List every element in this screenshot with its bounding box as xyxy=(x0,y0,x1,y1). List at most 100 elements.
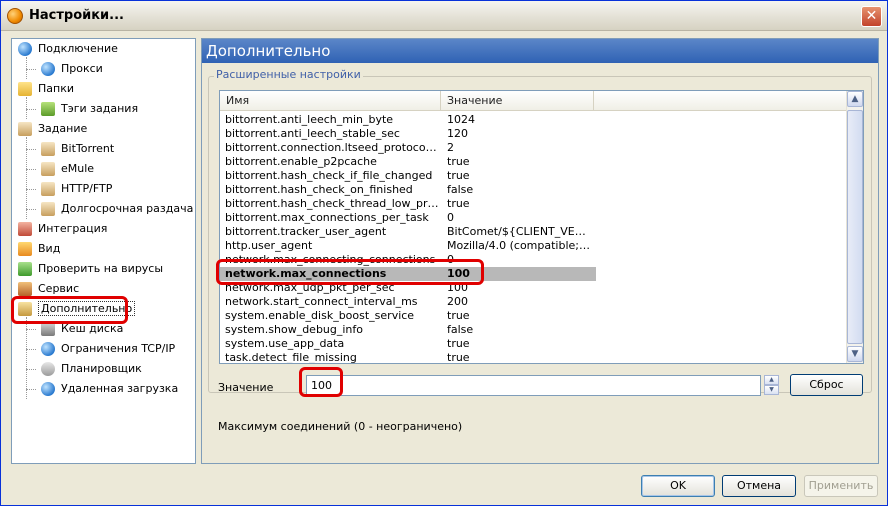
value-spinner[interactable]: ▲ ▼ xyxy=(764,375,779,396)
table-row[interactable]: system.use_app_data true xyxy=(220,337,846,351)
annotation-highlight-row xyxy=(216,259,484,285)
nav-item[interactable]: Планировщик xyxy=(41,360,142,378)
annotation-highlight-nav xyxy=(11,296,128,324)
nav-item[interactable]: Задание xyxy=(18,120,87,138)
table-row[interactable]: bittorrent.enable_p2pcache true xyxy=(220,155,846,169)
table-row[interactable]: bittorrent.connection.ltseed_protocol_se… xyxy=(220,141,846,155)
nav-item[interactable]: Вид xyxy=(18,240,60,258)
nav-item-label: Подключение xyxy=(38,42,118,55)
title-bar[interactable]: Настройки... ✕ xyxy=(1,1,887,31)
globe-icon xyxy=(41,382,55,396)
vertical-scrollbar[interactable]: ▲ ▼ xyxy=(846,91,863,363)
tree-branch xyxy=(26,209,36,210)
nav-item[interactable]: eMule xyxy=(41,160,94,178)
chevron-down-icon: ▼ xyxy=(851,349,859,359)
table-row[interactable]: bittorrent.anti_leech_stable_sec 120 xyxy=(220,127,846,141)
cancel-button[interactable]: Отмена xyxy=(722,475,796,497)
table-row[interactable]: bittorrent.hash_check_on_finished false xyxy=(220,183,846,197)
nav-item-label: Вид xyxy=(38,242,61,255)
table-row[interactable]: http.user_agent Mozilla/4.0 (compatible; … xyxy=(220,239,846,253)
close-icon: ✕ xyxy=(865,8,878,24)
table-row[interactable]: system.show_debug_info false xyxy=(220,323,846,337)
setting-value: false xyxy=(447,323,474,336)
table-row[interactable]: system.enable_disk_boost_service true xyxy=(220,309,846,323)
setting-name: system.use_app_data xyxy=(225,337,345,350)
list-header: Имя Значение xyxy=(220,91,846,111)
close-button[interactable]: ✕ xyxy=(861,6,882,27)
scroll-thumb[interactable] xyxy=(847,110,863,344)
tree-branch xyxy=(26,389,36,390)
setting-name: bittorrent.anti_leech_min_byte xyxy=(225,113,394,126)
setting-value: Mozilla/4.0 (compatible; M... xyxy=(447,239,593,252)
setting-name: http.user_agent xyxy=(225,239,313,252)
tree-branch xyxy=(26,169,36,170)
tree-branch xyxy=(26,69,36,70)
tree-line xyxy=(26,97,27,119)
clipboard-icon xyxy=(41,202,55,216)
nav-item[interactable]: Папки xyxy=(18,80,74,98)
nav-item-label: eMule xyxy=(61,162,95,175)
table-row[interactable]: bittorrent.hash_check_if_file_changed tru… xyxy=(220,169,846,183)
setting-value: 200 xyxy=(447,295,468,308)
scroll-up-button[interactable]: ▲ xyxy=(847,91,863,107)
clipboard-icon xyxy=(41,142,55,156)
nav-item-label: Планировщик xyxy=(61,362,142,375)
setting-name: bittorrent.enable_p2pcache xyxy=(225,155,377,168)
tree-branch xyxy=(26,189,36,190)
setting-name: system.show_debug_info xyxy=(225,323,364,336)
clipboard-icon xyxy=(18,122,32,136)
setting-value: 0 xyxy=(447,211,454,224)
nav-item-label: Сервис xyxy=(38,282,80,295)
scroll-down-button[interactable]: ▼ xyxy=(847,346,863,362)
window-title: Настройки... xyxy=(29,8,124,23)
nav-item-label: Тэги задания xyxy=(61,102,139,115)
apply-button[interactable]: Применить xyxy=(804,475,878,497)
ok-button[interactable]: OK xyxy=(641,475,715,497)
clipboard-icon xyxy=(41,162,55,176)
table-row[interactable]: bittorrent.tracker_user_agent BitComet/${… xyxy=(220,225,846,239)
nav-item[interactable]: Подключение xyxy=(18,40,118,58)
setting-name: bittorrent.connection.ltseed_protocol_se… xyxy=(225,141,439,154)
nav-item[interactable]: Интеграция xyxy=(18,220,107,238)
column-header-name[interactable]: Имя xyxy=(220,91,441,111)
nav-item[interactable]: Тэги задания xyxy=(41,100,138,118)
table-row[interactable]: network.start_connect_interval_ms 200 xyxy=(220,295,846,309)
nav-item[interactable]: Проверить на вирусы xyxy=(18,260,163,278)
setting-value: 2 xyxy=(447,141,454,154)
setting-value: true xyxy=(447,169,470,182)
users-icon xyxy=(18,222,32,236)
table-row[interactable]: bittorrent.max_connections_per_task 0 xyxy=(220,211,846,225)
setting-value: true xyxy=(447,351,470,364)
nav-item-label: Удаленная загрузка xyxy=(61,382,179,395)
reset-button[interactable]: Сброс xyxy=(790,374,863,396)
column-header-value[interactable]: Значение xyxy=(441,91,594,111)
spin-up-icon[interactable]: ▲ xyxy=(764,375,779,385)
content-panel: Дополнительно Расширенные настройки Имя … xyxy=(201,38,879,464)
annotation-highlight-value xyxy=(299,367,343,397)
setting-name: bittorrent.tracker_user_agent xyxy=(225,225,387,238)
setting-description: Максимум соединений (0 - неограничено) xyxy=(218,420,463,433)
nav-item-label: Интеграция xyxy=(38,222,108,235)
settings-list[interactable]: Имя Значение bittorrent.anti_leech_min_b… xyxy=(219,90,864,364)
table-row[interactable]: bittorrent.anti_leech_min_byte 1024 xyxy=(220,113,846,127)
setting-name: bittorrent.hash_check_thread_low_priorit… xyxy=(225,197,439,210)
table-row[interactable]: bittorrent.hash_check_thread_low_priorit… xyxy=(220,197,846,211)
setting-name: task.detect_file_missing xyxy=(225,351,357,364)
nav-item[interactable]: Удаленная загрузка xyxy=(41,380,178,398)
tree-branch xyxy=(26,329,36,330)
settings-nav-tree: Подключение Прокси Папки Тэги задания Задани… xyxy=(11,38,196,464)
clock-icon xyxy=(41,362,55,376)
setting-value: true xyxy=(447,197,470,210)
nav-item[interactable]: HTTP/FTP xyxy=(41,180,112,198)
globe-icon xyxy=(41,342,55,356)
setting-value: false xyxy=(447,183,474,196)
nav-item[interactable]: BitTorrent xyxy=(41,140,114,158)
spin-down-icon[interactable]: ▼ xyxy=(764,385,779,395)
nav-item-label: Папки xyxy=(38,82,74,95)
tree-branch xyxy=(26,149,36,150)
nav-item[interactable]: Долгосрочная раздача xyxy=(41,200,193,218)
nav-item[interactable]: Ограничения TCP/IP xyxy=(41,340,175,358)
table-row[interactable]: task.detect_file_missing true xyxy=(220,351,846,364)
nav-item[interactable]: Прокси xyxy=(41,60,103,78)
value-input[interactable]: 100 xyxy=(306,375,761,396)
